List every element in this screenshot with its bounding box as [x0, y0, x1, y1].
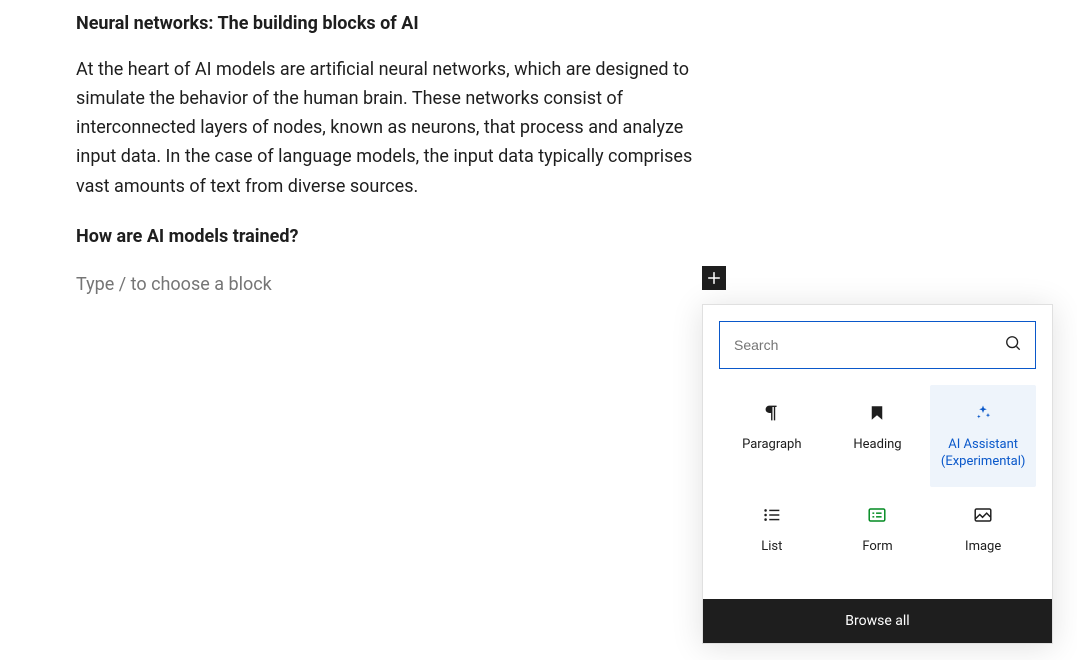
image-icon — [972, 503, 994, 527]
search-icon — [1003, 333, 1023, 357]
block-option-form[interactable]: Form — [825, 487, 931, 583]
block-label: Heading — [853, 437, 901, 454]
block-label: Form — [862, 539, 892, 556]
form-icon — [866, 503, 888, 527]
block-label: AI Assistant (Experimental) — [934, 437, 1032, 471]
block-option-paragraph[interactable]: Paragraph — [719, 385, 825, 487]
list-icon — [761, 503, 783, 527]
section-heading-2[interactable]: How are AI models trained? — [76, 223, 700, 250]
block-label: List — [761, 539, 782, 556]
block-inserter-popover: Paragraph Heading AI Assistant (Experime… — [702, 304, 1053, 644]
search-input[interactable] — [732, 336, 1003, 354]
add-block-button[interactable] — [702, 266, 726, 290]
search-box — [719, 321, 1036, 369]
plus-icon — [704, 268, 724, 288]
section-heading-1[interactable]: Neural networks: The building blocks of … — [76, 10, 700, 37]
paragraph-icon — [761, 401, 783, 425]
paragraph-block[interactable]: At the heart of AI models are artificial… — [76, 55, 700, 201]
heading-icon — [868, 401, 886, 425]
new-block-placeholder[interactable]: Type / to choose a block — [76, 274, 272, 295]
block-label: Paragraph — [742, 437, 801, 454]
block-option-heading[interactable]: Heading — [825, 385, 931, 487]
sparkle-icon — [973, 401, 993, 425]
browse-all-button[interactable]: Browse all — [703, 599, 1052, 643]
block-label: Image — [965, 539, 1001, 556]
block-option-ai-assistant[interactable]: AI Assistant (Experimental) — [930, 385, 1036, 487]
block-option-image[interactable]: Image — [930, 487, 1036, 583]
block-option-list[interactable]: List — [719, 487, 825, 583]
